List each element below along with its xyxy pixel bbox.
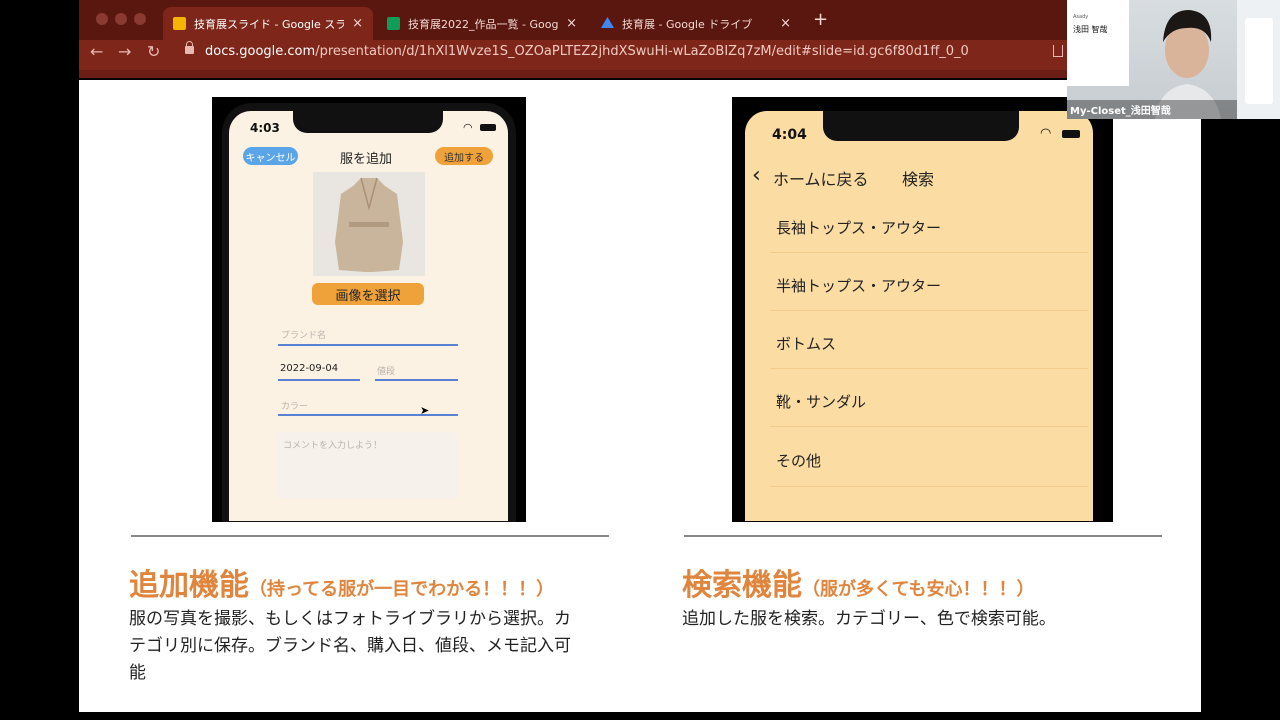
brand-underline <box>278 344 458 346</box>
search-feature-heading: 検索機能（服が多くても安心！！！） <box>682 560 1035 604</box>
webcam-sidebar <box>1237 0 1280 119</box>
category-item[interactable]: 靴・サンダル <box>776 391 866 412</box>
screen-title: 検索 <box>902 170 935 189</box>
minimize-window-dot[interactable] <box>115 13 127 25</box>
tab-title: 技育展 - Google ドライブ <box>622 17 753 31</box>
heading-sub: （服が多くても安心！！！） <box>802 579 1035 600</box>
divider-right <box>684 535 1162 537</box>
slides-icon <box>173 17 186 30</box>
category-item[interactable]: 長袖トップス・アウター <box>776 217 941 238</box>
webcam-video: Asady 浅田 智哉 My-Closet_浅田智哉 <box>1067 0 1237 119</box>
url-host: docs.google.com <box>205 44 316 59</box>
add-button[interactable]: 追加する <box>435 147 493 165</box>
divider-left <box>131 535 609 537</box>
forward-arrow-icon[interactable]: → <box>118 42 131 61</box>
battery-icon <box>1062 130 1080 138</box>
color-underline <box>278 414 458 416</box>
slide-small-label: Asady <box>1073 14 1089 20</box>
select-image-button[interactable]: 画像を選択 <box>312 283 424 305</box>
search-feature-body: 追加した服を検索。カテゴリー、色で検索可能。 <box>682 609 1056 629</box>
close-window-dot[interactable] <box>96 13 108 25</box>
tab-sheets[interactable]: 技育展2022_作品一覧 - Google × <box>377 7 587 40</box>
url-path: /presentation/d/1hXl1Wvze1S_OZOaPLTEZ2jh… <box>315 44 969 59</box>
wifi-icon: ◠ <box>463 121 473 134</box>
lock-icon <box>185 41 194 54</box>
tab-drive[interactable]: 技育展 - Google ドライブ × <box>591 7 801 40</box>
status-time: 4:03 <box>250 121 280 135</box>
close-icon[interactable]: × <box>780 16 791 31</box>
tab-slides[interactable]: 技育展スライド - Google スライド × <box>163 7 373 40</box>
tab-title: 技育展スライド - Google スライド <box>194 17 345 31</box>
cancel-button[interactable]: キャンセル <box>243 147 298 165</box>
coat-image <box>335 177 403 272</box>
category-item[interactable]: 半袖トップス・アウター <box>776 275 941 296</box>
new-tab-button[interactable]: + <box>813 9 828 30</box>
back-button[interactable]: ホームに戻る <box>773 166 869 190</box>
price-underline <box>375 379 458 381</box>
divider <box>770 310 1088 311</box>
chevron-left-icon[interactable]: ‹ <box>752 163 761 188</box>
category-item[interactable]: ボトムス <box>776 333 836 354</box>
close-icon[interactable]: × <box>352 16 363 31</box>
battery-icon <box>480 124 496 131</box>
status-time: 4:04 <box>772 127 807 143</box>
address-bar[interactable]: docs.google.com/presentation/d/1hXl1Wvze… <box>205 44 969 59</box>
add-feature-body: 服の写真を撮影、もしくはフォトライブラリから選択。カテゴリ別に保存。ブランド名、… <box>129 609 571 683</box>
share-icon[interactable] <box>1053 45 1063 57</box>
divider <box>770 368 1088 369</box>
divider <box>770 252 1088 253</box>
sheets-icon <box>387 17 400 30</box>
drive-icon <box>601 17 614 29</box>
category-item[interactable]: その他 <box>776 450 821 471</box>
color-input[interactable]: カラー <box>281 399 308 412</box>
coat-photo <box>313 172 425 276</box>
phone-notch <box>293 111 443 133</box>
sponsor-logos <box>1245 18 1273 104</box>
divider <box>770 426 1088 427</box>
price-input[interactable]: 値段 <box>377 364 395 377</box>
zoom-window-dot[interactable] <box>134 13 146 25</box>
reload-icon[interactable]: ↻ <box>147 42 160 61</box>
heading-main: 追加機能 <box>129 568 249 603</box>
heading-sub: （持ってる服が一目でわかる！！！） <box>249 579 555 600</box>
webcam-name-label: My-Closet_浅田智哉 <box>1070 106 1171 117</box>
comment-textarea[interactable]: コメントを入力しよう！ <box>278 432 458 498</box>
brand-input[interactable]: ブランド名 <box>281 328 326 341</box>
tab-title: 技育展2022_作品一覧 - Google <box>408 17 559 31</box>
slide-name-label: 浅田 智哉 <box>1073 25 1108 34</box>
comment-placeholder: コメントを入力しよう！ <box>283 441 383 451</box>
wifi-icon: ◠ <box>1040 126 1052 141</box>
webcam-slide-panel: Asady 浅田 智哉 <box>1067 0 1129 86</box>
phone-notch <box>823 111 1019 141</box>
back-arrow-icon[interactable]: ← <box>90 42 103 61</box>
date-input[interactable]: 2022-09-04 <box>280 363 338 374</box>
mouse-cursor: ➤ <box>420 404 430 417</box>
screen-title: 服を追加 <box>340 152 393 167</box>
heading-main: 検索機能 <box>682 568 802 603</box>
date-underline <box>278 379 360 381</box>
close-icon[interactable]: × <box>566 16 577 31</box>
add-feature-heading: 追加機能（持ってる服が一目でわかる！！！） <box>129 560 554 604</box>
divider <box>770 486 1088 487</box>
